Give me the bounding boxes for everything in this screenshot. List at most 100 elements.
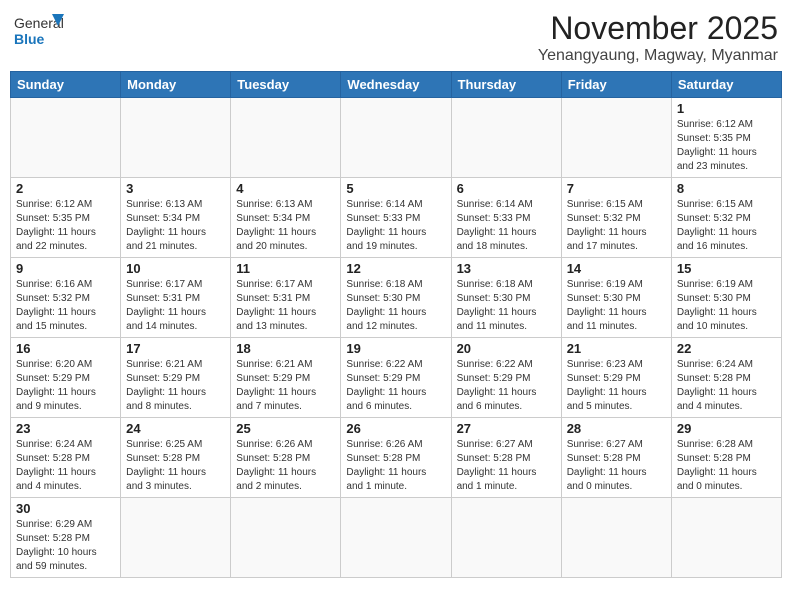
day-info: Sunrise: 6:17 AM Sunset: 5:31 PM Dayligh… bbox=[236, 278, 335, 334]
calendar-body: 1 Sunrise: 6:12 AM Sunset: 5:35 PM Daylig… bbox=[11, 98, 782, 578]
day-number: 8 bbox=[677, 181, 776, 196]
weekday-header-tuesday: Tuesday bbox=[231, 72, 341, 98]
day-info: Sunrise: 6:26 AM Sunset: 5:28 PM Dayligh… bbox=[236, 438, 335, 494]
calendar-day-cell bbox=[561, 498, 671, 578]
day-number: 23 bbox=[16, 421, 115, 436]
day-number: 2 bbox=[16, 181, 115, 196]
weekday-header-thursday: Thursday bbox=[451, 72, 561, 98]
day-info: Sunrise: 6:19 AM Sunset: 5:30 PM Dayligh… bbox=[567, 278, 666, 334]
day-number: 11 bbox=[236, 261, 335, 276]
weekday-header-row: SundayMondayTuesdayWednesdayThursdayFrid… bbox=[11, 72, 782, 98]
day-number: 13 bbox=[457, 261, 556, 276]
logo-area: General Blue bbox=[14, 10, 64, 48]
page-header: General Blue November 2025 Yenangyaung, … bbox=[10, 10, 782, 65]
day-info: Sunrise: 6:14 AM Sunset: 5:33 PM Dayligh… bbox=[346, 198, 445, 254]
day-number: 22 bbox=[677, 341, 776, 356]
calendar-day-cell: 11 Sunrise: 6:17 AM Sunset: 5:31 PM Dayli… bbox=[231, 258, 341, 338]
day-info: Sunrise: 6:21 AM Sunset: 5:29 PM Dayligh… bbox=[236, 358, 335, 414]
calendar-day-cell: 20Sunrise: 6:22 AM Sunset: 5:29 PM Dayli… bbox=[451, 338, 561, 418]
calendar-day-cell: 19 Sunrise: 6:22 AM Sunset: 5:29 PM Dayli… bbox=[341, 338, 451, 418]
calendar-day-cell bbox=[671, 498, 781, 578]
day-info: Sunrise: 6:18 AM Sunset: 5:30 PM Dayligh… bbox=[457, 278, 556, 334]
calendar-day-cell: 6 Sunrise: 6:14 AM Sunset: 5:33 PM Daylig… bbox=[451, 178, 561, 258]
day-info: Sunrise: 6:15 AM Sunset: 5:32 PM Dayligh… bbox=[677, 198, 776, 254]
calendar-week-row: 1 Sunrise: 6:12 AM Sunset: 5:35 PM Daylig… bbox=[11, 98, 782, 178]
calendar-day-cell: 8 Sunrise: 6:15 AM Sunset: 5:32 PM Daylig… bbox=[671, 178, 781, 258]
day-number: 18 bbox=[236, 341, 335, 356]
day-info: Sunrise: 6:27 AM Sunset: 5:28 PM Dayligh… bbox=[457, 438, 556, 494]
day-number: 15 bbox=[677, 261, 776, 276]
day-number: 30 bbox=[16, 501, 115, 516]
day-number: 28 bbox=[567, 421, 666, 436]
calendar-day-cell bbox=[231, 98, 341, 178]
day-info: Sunrise: 6:24 AM Sunset: 5:28 PM Dayligh… bbox=[677, 358, 776, 414]
day-info: Sunrise: 6:14 AM Sunset: 5:33 PM Dayligh… bbox=[457, 198, 556, 254]
calendar-day-cell bbox=[341, 498, 451, 578]
calendar-week-row: 30 Sunrise: 6:29 AM Sunset: 5:28 PM Dayli… bbox=[11, 498, 782, 578]
calendar-week-row: 23 Sunrise: 6:24 AM Sunset: 5:28 PM Dayli… bbox=[11, 418, 782, 498]
svg-text:Blue: Blue bbox=[14, 31, 45, 47]
day-info: Sunrise: 6:17 AM Sunset: 5:31 PM Dayligh… bbox=[126, 278, 225, 334]
calendar-day-cell bbox=[561, 98, 671, 178]
general-blue-logo-icon: General Blue bbox=[14, 10, 64, 48]
day-info: Sunrise: 6:15 AM Sunset: 5:32 PM Dayligh… bbox=[567, 198, 666, 254]
calendar-day-cell bbox=[341, 98, 451, 178]
day-number: 9 bbox=[16, 261, 115, 276]
day-info: Sunrise: 6:27 AM Sunset: 5:28 PM Dayligh… bbox=[567, 438, 666, 494]
weekday-header-wednesday: Wednesday bbox=[341, 72, 451, 98]
calendar-header: SundayMondayTuesdayWednesdayThursdayFrid… bbox=[11, 72, 782, 98]
weekday-header-monday: Monday bbox=[121, 72, 231, 98]
day-number: 12 bbox=[346, 261, 445, 276]
day-info: Sunrise: 6:25 AM Sunset: 5:28 PM Dayligh… bbox=[126, 438, 225, 494]
calendar-week-row: 9Sunrise: 6:16 AM Sunset: 5:32 PM Daylig… bbox=[11, 258, 782, 338]
calendar-day-cell: 27Sunrise: 6:27 AM Sunset: 5:28 PM Dayli… bbox=[451, 418, 561, 498]
day-number: 20 bbox=[457, 341, 556, 356]
calendar-week-row: 2 Sunrise: 6:12 AM Sunset: 5:35 PM Daylig… bbox=[11, 178, 782, 258]
day-number: 1 bbox=[677, 101, 776, 116]
calendar-day-cell bbox=[451, 498, 561, 578]
day-info: Sunrise: 6:12 AM Sunset: 5:35 PM Dayligh… bbox=[16, 198, 115, 254]
day-info: Sunrise: 6:13 AM Sunset: 5:34 PM Dayligh… bbox=[236, 198, 335, 254]
calendar-day-cell: 30 Sunrise: 6:29 AM Sunset: 5:28 PM Dayli… bbox=[11, 498, 121, 578]
calendar-day-cell: 26Sunrise: 6:26 AM Sunset: 5:28 PM Dayli… bbox=[341, 418, 451, 498]
day-number: 24 bbox=[126, 421, 225, 436]
day-info: Sunrise: 6:28 AM Sunset: 5:28 PM Dayligh… bbox=[677, 438, 776, 494]
calendar-day-cell: 10 Sunrise: 6:17 AM Sunset: 5:31 PM Dayli… bbox=[121, 258, 231, 338]
calendar-day-cell: 28 Sunrise: 6:27 AM Sunset: 5:28 PM Dayli… bbox=[561, 418, 671, 498]
day-info: Sunrise: 6:24 AM Sunset: 5:28 PM Dayligh… bbox=[16, 438, 115, 494]
calendar-day-cell: 1 Sunrise: 6:12 AM Sunset: 5:35 PM Daylig… bbox=[671, 98, 781, 178]
day-number: 7 bbox=[567, 181, 666, 196]
day-info: Sunrise: 6:23 AM Sunset: 5:29 PM Dayligh… bbox=[567, 358, 666, 414]
weekday-header-saturday: Saturday bbox=[671, 72, 781, 98]
calendar-day-cell: 21 Sunrise: 6:23 AM Sunset: 5:29 PM Dayli… bbox=[561, 338, 671, 418]
calendar-day-cell bbox=[451, 98, 561, 178]
day-info: Sunrise: 6:22 AM Sunset: 5:29 PM Dayligh… bbox=[346, 358, 445, 414]
calendar-day-cell: 16Sunrise: 6:20 AM Sunset: 5:29 PM Dayli… bbox=[11, 338, 121, 418]
calendar-day-cell bbox=[11, 98, 121, 178]
calendar-day-cell: 4Sunrise: 6:13 AM Sunset: 5:34 PM Daylig… bbox=[231, 178, 341, 258]
calendar-week-row: 16Sunrise: 6:20 AM Sunset: 5:29 PM Dayli… bbox=[11, 338, 782, 418]
day-info: Sunrise: 6:18 AM Sunset: 5:30 PM Dayligh… bbox=[346, 278, 445, 334]
calendar-day-cell: 18 Sunrise: 6:21 AM Sunset: 5:29 PM Dayli… bbox=[231, 338, 341, 418]
day-info: Sunrise: 6:12 AM Sunset: 5:35 PM Dayligh… bbox=[677, 118, 776, 174]
logo-container: General Blue bbox=[14, 10, 64, 48]
calendar-day-cell: 14Sunrise: 6:19 AM Sunset: 5:30 PM Dayli… bbox=[561, 258, 671, 338]
day-number: 6 bbox=[457, 181, 556, 196]
day-number: 19 bbox=[346, 341, 445, 356]
day-number: 16 bbox=[16, 341, 115, 356]
day-info: Sunrise: 6:29 AM Sunset: 5:28 PM Dayligh… bbox=[16, 518, 115, 574]
day-number: 10 bbox=[126, 261, 225, 276]
calendar-day-cell: 15Sunrise: 6:19 AM Sunset: 5:30 PM Dayli… bbox=[671, 258, 781, 338]
day-info: Sunrise: 6:13 AM Sunset: 5:34 PM Dayligh… bbox=[126, 198, 225, 254]
calendar-day-cell: 12 Sunrise: 6:18 AM Sunset: 5:30 PM Dayli… bbox=[341, 258, 451, 338]
day-number: 29 bbox=[677, 421, 776, 436]
calendar-day-cell bbox=[121, 98, 231, 178]
calendar-title: November 2025 bbox=[538, 10, 778, 47]
calendar-day-cell: 22 Sunrise: 6:24 AM Sunset: 5:28 PM Dayli… bbox=[671, 338, 781, 418]
calendar-day-cell: 13 Sunrise: 6:18 AM Sunset: 5:30 PM Dayli… bbox=[451, 258, 561, 338]
calendar-day-cell: 17Sunrise: 6:21 AM Sunset: 5:29 PM Dayli… bbox=[121, 338, 231, 418]
calendar-day-cell: 25Sunrise: 6:26 AM Sunset: 5:28 PM Dayli… bbox=[231, 418, 341, 498]
calendar-day-cell: 5Sunrise: 6:14 AM Sunset: 5:33 PM Daylig… bbox=[341, 178, 451, 258]
day-number: 21 bbox=[567, 341, 666, 356]
calendar-day-cell: 29 Sunrise: 6:28 AM Sunset: 5:28 PM Dayli… bbox=[671, 418, 781, 498]
